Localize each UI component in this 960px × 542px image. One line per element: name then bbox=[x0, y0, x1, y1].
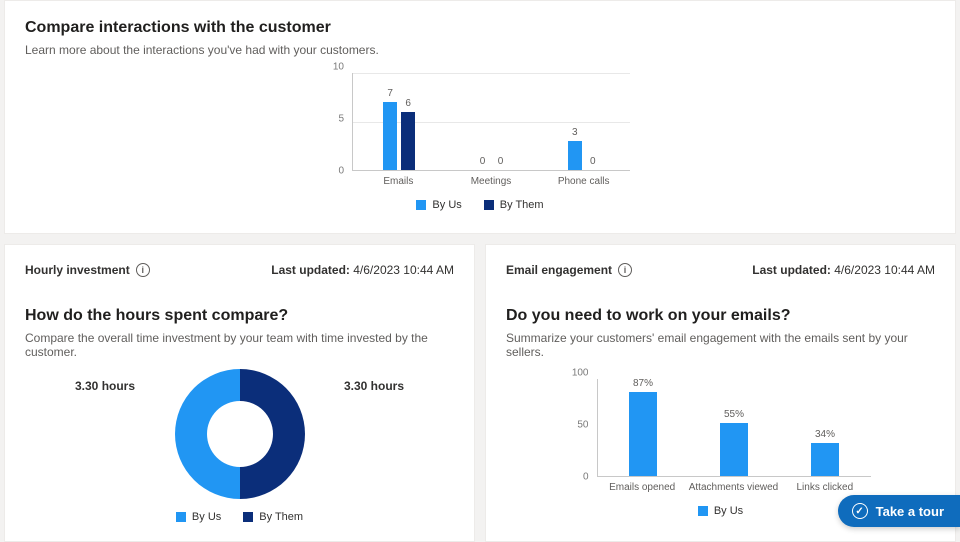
engagement-title: Do you need to work on your emails? bbox=[506, 307, 935, 325]
bar: 7 bbox=[383, 102, 397, 170]
engagement-header: Email engagement bbox=[506, 263, 612, 277]
interactions-subtitle: Learn more about the interactions you've… bbox=[25, 43, 935, 57]
legend-label: By Us bbox=[432, 199, 461, 211]
bar: 87% bbox=[629, 392, 657, 476]
bar: 6 bbox=[401, 112, 415, 170]
hourly-legend: By Us By Them bbox=[25, 511, 454, 523]
legend-label: By Them bbox=[259, 511, 303, 523]
x-category: Links clicked bbox=[779, 480, 870, 493]
legend-swatch-by-us bbox=[176, 512, 186, 522]
engagement-chart: 100 50 0 87%55%34% Emails openedAttachme… bbox=[571, 373, 871, 493]
hourly-last-updated: Last updated: 4/6/2023 10:44 AM bbox=[271, 263, 454, 277]
y-tick: 0 bbox=[583, 472, 589, 483]
legend-label: By Us bbox=[714, 505, 743, 517]
info-icon[interactable]: i bbox=[618, 263, 632, 277]
donut-label-by-us: 3.30 hours bbox=[75, 379, 135, 393]
interactions-chart: 10 5 0 760030 EmailsMeetingsPhone calls bbox=[25, 67, 935, 187]
x-category: Emails bbox=[352, 174, 445, 187]
donut-label-by-them: 3.30 hours bbox=[344, 379, 404, 393]
hourly-title: How do the hours spent compare? bbox=[25, 307, 454, 325]
x-category: Meetings bbox=[445, 174, 538, 187]
y-tick: 50 bbox=[577, 420, 588, 431]
check-circle-icon: ✓ bbox=[852, 503, 868, 519]
x-category: Phone calls bbox=[537, 174, 630, 187]
y-tick: 100 bbox=[572, 368, 589, 379]
legend-label: By Them bbox=[500, 199, 544, 211]
engagement-subtitle: Summarize your customers' email engageme… bbox=[506, 331, 935, 359]
y-tick: 10 bbox=[333, 62, 344, 73]
x-category: Attachments viewed bbox=[688, 480, 779, 493]
bar: 3 bbox=[568, 141, 582, 170]
hourly-subtitle: Compare the overall time investment by y… bbox=[25, 331, 454, 359]
y-tick: 5 bbox=[338, 114, 344, 125]
x-category: Emails opened bbox=[597, 480, 688, 493]
info-icon[interactable]: i bbox=[136, 263, 150, 277]
legend-label: By Us bbox=[192, 511, 221, 523]
bar: 55% bbox=[720, 423, 748, 476]
hourly-header: Hourly investment bbox=[25, 263, 130, 277]
legend-swatch-by-us bbox=[416, 200, 426, 210]
take-a-tour-button[interactable]: ✓ Take a tour bbox=[838, 495, 960, 527]
interactions-title: Compare interactions with the customer bbox=[25, 19, 935, 37]
hourly-donut-chart: 3.30 hours 3.30 hours bbox=[25, 369, 454, 499]
engagement-last-updated: Last updated: 4/6/2023 10:44 AM bbox=[752, 263, 935, 277]
y-tick: 0 bbox=[338, 166, 344, 177]
bar: 34% bbox=[811, 443, 839, 476]
interactions-card: Compare interactions with the customer L… bbox=[4, 0, 956, 234]
legend-swatch-by-them bbox=[243, 512, 253, 522]
legend-swatch-by-them bbox=[484, 200, 494, 210]
interactions-legend: By Us By Them bbox=[25, 199, 935, 211]
hourly-investment-card: Hourly investment i Last updated: 4/6/20… bbox=[4, 244, 475, 542]
legend-swatch-by-us bbox=[698, 506, 708, 516]
